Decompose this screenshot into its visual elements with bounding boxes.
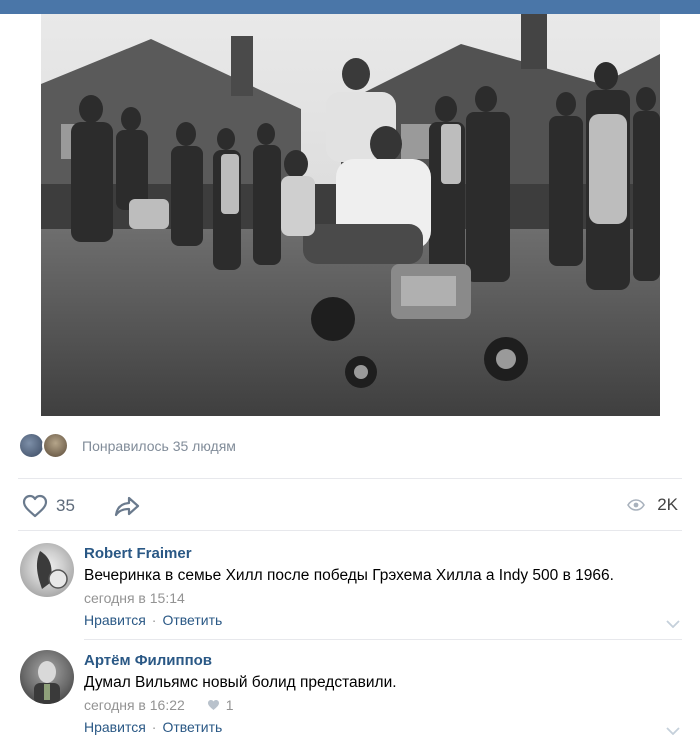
views-count: 2K [657, 495, 678, 514]
comment-author[interactable]: Robert Fraimer [84, 545, 192, 562]
comment-text: Вечеринка в семье Хилл после победы Грэх… [84, 567, 614, 584]
views-counter: 2K [627, 495, 678, 515]
heart-icon [207, 700, 219, 710]
share-button[interactable] [114, 495, 140, 517]
liker-avatar [42, 432, 69, 459]
comment-menu-button[interactable] [666, 615, 680, 633]
separator-dot: · [151, 612, 157, 628]
divider [18, 478, 682, 479]
comment-like-link[interactable]: Нравится [84, 719, 146, 735]
liker-avatar [18, 432, 45, 459]
comment-timestamp: сегодня в 15:14 [84, 590, 185, 606]
comment-likes[interactable]: 1 [207, 697, 234, 713]
comment-reply-link[interactable]: Ответить [162, 612, 222, 628]
comment-actions: Нравится · Ответить [84, 719, 222, 735]
likes-summary-row[interactable]: Понравилось 35 людям [18, 432, 236, 460]
liker-avatars [18, 432, 74, 460]
comment-like-link[interactable]: Нравится [84, 612, 146, 628]
post-photo[interactable] [41, 14, 660, 416]
comment-timestamp: сегодня в 16:22 [84, 697, 185, 713]
comment-time: сегодня в 15:14 [84, 590, 185, 606]
separator-dot: · [151, 719, 157, 735]
divider [84, 639, 682, 640]
comment-reply-link[interactable]: Ответить [162, 719, 222, 735]
avatar-image [36, 551, 68, 589]
share-icon [114, 496, 140, 517]
comment-menu-button[interactable] [666, 722, 680, 737]
avatar[interactable] [20, 650, 74, 704]
chevron-down-icon [666, 727, 680, 736]
like-count: 35 [56, 496, 75, 515]
post-actions: 35 2K [0, 490, 700, 522]
heart-icon [22, 494, 48, 518]
chevron-down-icon [666, 620, 680, 629]
photo-image [41, 14, 660, 416]
avatar[interactable] [20, 543, 74, 597]
likes-summary-text: Понравилось 35 людям [82, 438, 236, 454]
comment-text: Думал Вильямс новый болид представили. [84, 674, 397, 691]
comment-author[interactable]: Артём Филиппов [84, 652, 212, 669]
like-button[interactable]: 35 [22, 494, 75, 518]
top-bar [0, 0, 700, 14]
comment-time: сегодня в 16:22 1 [84, 697, 234, 713]
comment-like-count: 1 [225, 697, 234, 713]
eye-icon [627, 499, 646, 511]
avatar-image [34, 661, 60, 704]
divider [18, 530, 682, 531]
comment-actions: Нравится · Ответить [84, 612, 222, 628]
